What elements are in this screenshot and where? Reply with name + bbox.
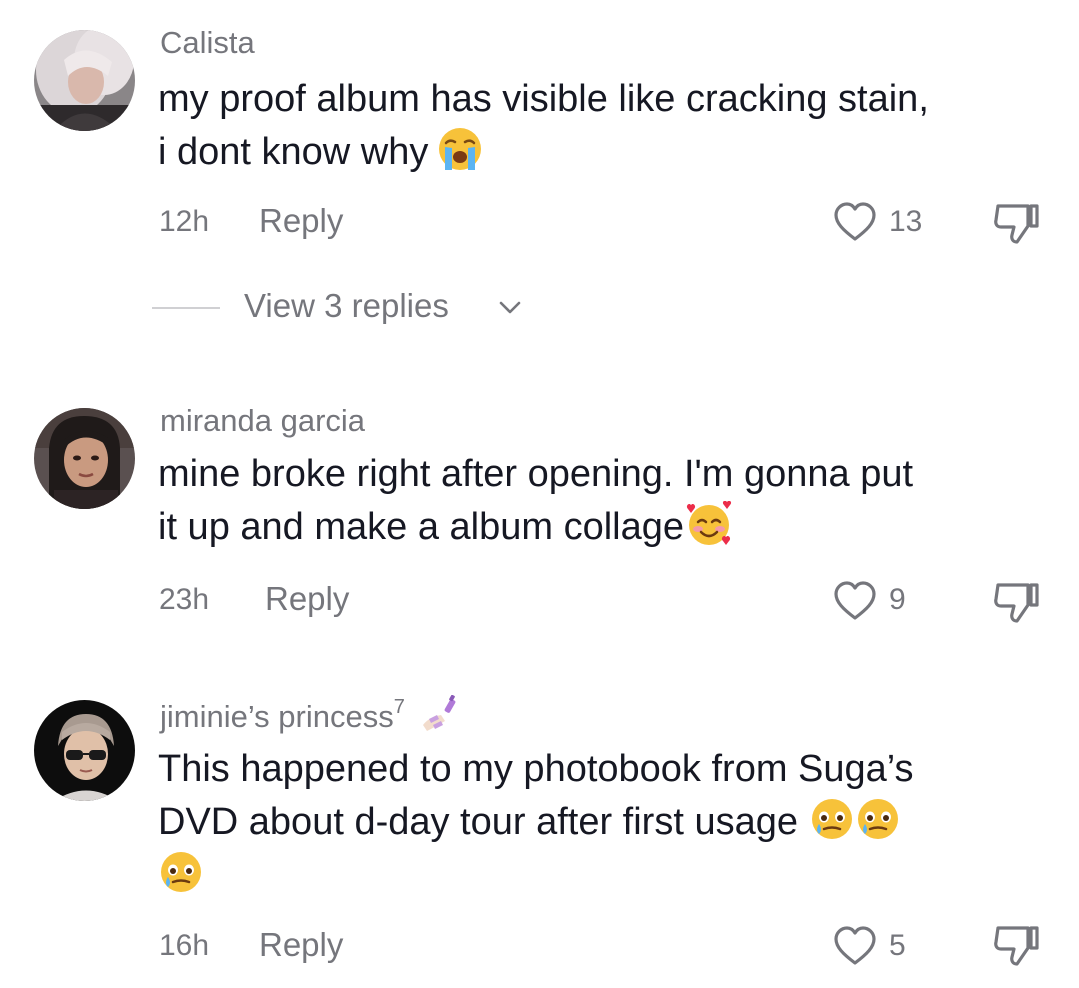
comment-text: my proof album has visible like cracking… [158,73,1063,179]
comment-text-line: DVD about d-day tour after first usage [158,801,809,843]
dislike-icon[interactable] [991,920,1043,968]
avatar[interactable] [34,30,135,131]
divider-line [152,307,220,309]
comment-username[interactable]: Calista [160,25,255,61]
reply-button[interactable]: Reply [265,580,349,618]
comment-text-line: mine broke right after opening. I'm gonn… [158,453,914,495]
avatar[interactable] [34,700,135,801]
comment-text-line: This happened to my photobook from Suga’… [158,748,914,790]
avatar[interactable] [34,408,135,509]
heart-icon[interactable] [833,925,877,967]
reply-button[interactable]: Reply [259,202,343,240]
comment-text: mine broke right after opening. I'm gonn… [158,448,1063,554]
smiling-face-with-hearts-emoji [684,501,732,547]
like-count: 9 [889,583,906,616]
comment-text-line: i dont know why [158,131,439,173]
username-superscript: 7 [393,696,405,718]
comment-item: miranda garcia mine broke right after op… [0,390,1079,670]
comment-username[interactable]: miranda garcia [160,403,365,439]
comment-item: Calista my proof album has visible like … [0,0,1079,285]
comment-username-text: jiminie’s princess [160,699,394,734]
comment-timestamp: 23h [159,583,210,616]
avatar-image [34,700,135,801]
view-replies-label[interactable]: View 3 replies [244,287,449,325]
like-count: 5 [889,929,906,962]
chevron-down-icon [499,301,521,314]
face-holding-back-tears-emoji [855,796,901,842]
face-holding-back-tears-emoji [158,849,204,895]
comment-timestamp: 16h [159,929,210,962]
comment-timestamp: 12h [159,205,210,238]
avatar-image [34,30,135,131]
comment-item: jiminie’s princess7 This happened to my … [0,680,1079,988]
reply-button[interactable]: Reply [259,926,343,964]
comment-username[interactable]: jiminie’s princess7 [160,694,461,735]
face-holding-back-tears-emoji [809,796,855,842]
like-count: 13 [889,205,923,238]
dislike-icon[interactable] [991,577,1043,625]
nail-polish-emoji [419,694,461,733]
avatar-image [34,408,135,509]
comment-text-line: my proof album has visible like cracking… [158,78,929,120]
view-replies-button[interactable]: View 3 replies [0,285,1079,331]
comment-text-line: it up and make a album collage [158,506,684,548]
heart-icon[interactable] [833,580,877,622]
loudly-crying-face-emoji [437,126,483,172]
heart-icon[interactable] [833,201,877,243]
comment-text: This happened to my photobook from Suga’… [158,743,1063,902]
dislike-icon[interactable] [991,198,1043,246]
